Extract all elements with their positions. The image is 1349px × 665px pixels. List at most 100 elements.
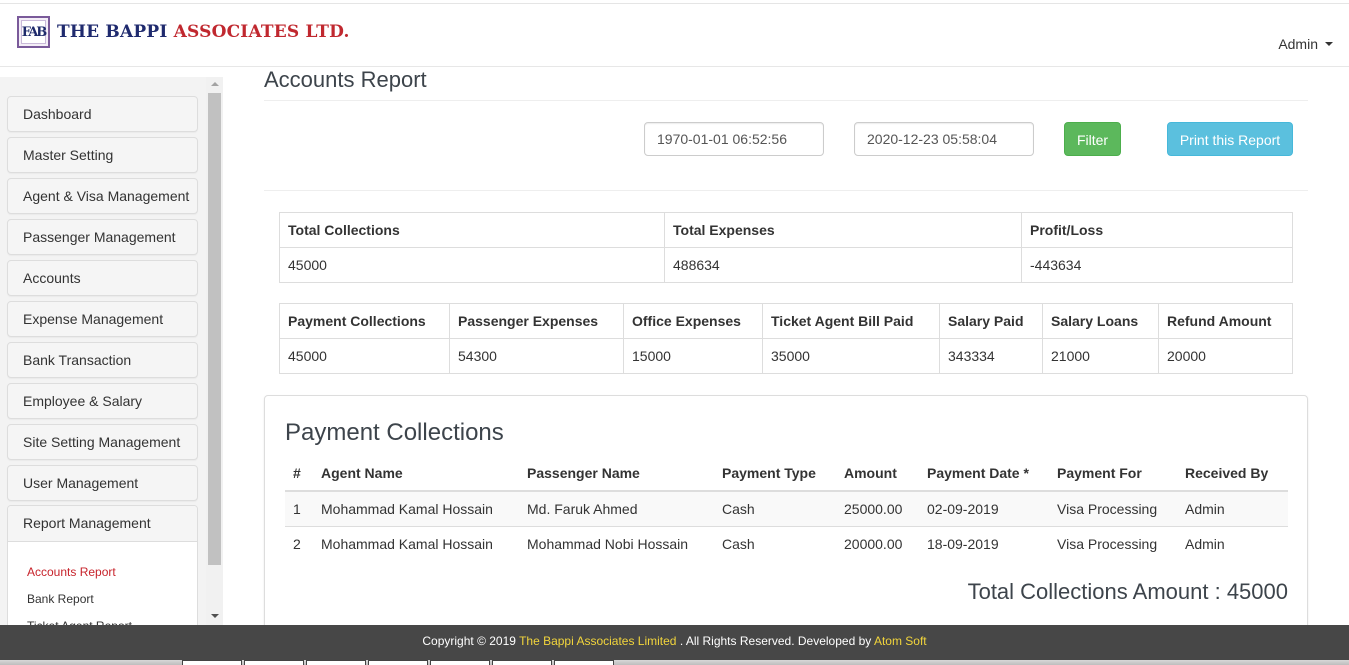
breakdown-table: Payment Collections Passenger Expenses O… <box>279 303 1293 374</box>
payment-collections-table: # Agent Name Passenger Name Payment Type… <box>285 455 1288 561</box>
column-header: Amount <box>836 455 919 492</box>
os-taskbar <box>0 660 1349 665</box>
footer-company-link[interactable]: The Bappi Associates Limited <box>519 634 676 648</box>
cell-index: 1 <box>285 491 313 527</box>
panel-title: Payment Collections <box>285 419 504 446</box>
sidebar-item-employee-salary[interactable]: Employee & Salary <box>7 383 198 419</box>
sidebar-item-dashboard[interactable]: Dashboard <box>7 96 198 132</box>
caret-down-icon <box>1325 42 1333 46</box>
sidebar-item-user-management[interactable]: User Management <box>7 465 198 501</box>
cell-received-by: Admin <box>1185 535 1225 552</box>
cell-payment-for: Visa Processing <box>1057 535 1158 552</box>
sidebar-item-expense[interactable]: Expense Management <box>7 301 198 337</box>
to-date-input[interactable] <box>854 122 1034 156</box>
taskbar-button[interactable] <box>368 660 428 665</box>
table-row: 1 Mohammad Kamal Hossain Md. Faruk Ahmed… <box>285 491 1288 527</box>
sidebar-item-site-setting[interactable]: Site Setting Management <box>7 424 198 460</box>
payment-collections-value: 45000 <box>279 338 450 374</box>
payment-collections-panel: Payment Collections # Agent Name Passeng… <box>264 395 1308 635</box>
cell-received-by: Admin <box>1177 491 1288 527</box>
cell-payment-type: Cash <box>714 491 836 527</box>
scrollbar-thumb[interactable] <box>208 93 221 565</box>
sidebar-scrollbar[interactable] <box>206 77 223 625</box>
cell-agent-name: Mohammad Kamal Hossain <box>321 535 493 552</box>
cell-payment-date: 18-09-2019 <box>927 535 999 552</box>
profit-loss-value: -443634 <box>1021 247 1293 283</box>
refund-amount-value: 20000 <box>1158 338 1293 374</box>
logo-monogram: FAB <box>21 20 47 44</box>
breakdown-header: Refund Amount <box>1158 303 1293 339</box>
footer-copyright: Copyright © 2019 <box>422 634 516 648</box>
taskbar-button[interactable] <box>182 660 242 665</box>
from-date-input[interactable] <box>644 122 824 156</box>
taskbar-button[interactable] <box>306 660 366 665</box>
column-header: Agent Name <box>313 455 519 492</box>
column-header[interactable]: Payment Date * <box>919 455 1049 492</box>
footer-rights: . All Rights Reserved. Developed by <box>679 634 872 648</box>
sidebar-group-report-management: Report Management Accounts Report Bank R… <box>7 505 198 625</box>
column-header: Received By <box>1177 455 1288 492</box>
ticket-agent-bill-value: 35000 <box>762 338 940 374</box>
summary-header: Profit/Loss <box>1021 212 1293 248</box>
table-row: 2 Mohammad Kamal Hossain Mohammad Nobi H… <box>285 526 1288 561</box>
sidebar-item-bank-transaction[interactable]: Bank Transaction <box>7 342 198 378</box>
user-menu-dropdown[interactable]: Admin <box>1278 36 1333 52</box>
column-header: # <box>285 455 313 492</box>
print-report-button[interactable]: Print this Report <box>1167 122 1293 156</box>
cell-passenger-name: Mohammad Nobi Hossain <box>527 535 689 552</box>
cell-amount: 20000.00 <box>844 535 903 552</box>
scroll-up-arrow-icon[interactable] <box>211 82 219 86</box>
user-menu-label: Admin <box>1278 36 1318 52</box>
footer-developer-link[interactable]: Atom Soft <box>874 634 927 648</box>
salary-paid-value: 343334 <box>939 338 1043 374</box>
summary-header: Total Collections <box>279 212 665 248</box>
cell-passenger-name: Md. Faruk Ahmed <box>519 491 714 527</box>
scroll-down-arrow-icon[interactable] <box>211 614 219 618</box>
brand-name-part2: ASSOCIATES LTD. <box>173 22 350 42</box>
breakdown-header: Passenger Expenses <box>449 303 624 339</box>
company-logo-icon: FAB <box>17 16 50 48</box>
summary-table: Total Collections Total Expenses Profit/… <box>279 212 1293 283</box>
office-expenses-value: 15000 <box>623 338 763 374</box>
column-header: Payment Type <box>714 455 836 492</box>
total-expenses-value: 488634 <box>664 247 1022 283</box>
taskbar-button[interactable] <box>244 660 304 665</box>
summary-header: Total Expenses <box>664 212 1022 248</box>
salary-loans-value: 21000 <box>1042 338 1159 374</box>
taskbar-button[interactable] <box>492 660 552 665</box>
cell-payment-for: Visa Processing <box>1049 491 1177 527</box>
total-collections-value: 45000 <box>279 247 665 283</box>
sidebar-item-master-setting[interactable]: Master Setting <box>7 137 198 173</box>
taskbar-button[interactable] <box>554 660 614 665</box>
sidebar-item-report-management[interactable]: Report Management <box>8 506 197 542</box>
sidebar-item-agent-visa[interactable]: Agent & Visa Management <box>7 178 198 214</box>
taskbar-button[interactable] <box>430 660 490 665</box>
page-title: Accounts Report <box>264 67 427 92</box>
brand-name: THE BAPPI ASSOCIATES LTD. <box>57 22 350 42</box>
divider <box>264 100 1308 101</box>
sidebar: Dashboard Master Setting Agent & Visa Ma… <box>0 77 223 625</box>
breakdown-header: Ticket Agent Bill Paid <box>762 303 940 339</box>
brand[interactable]: FAB THE BAPPI ASSOCIATES LTD. <box>17 16 350 48</box>
passenger-expenses-value: 54300 <box>449 338 624 374</box>
brand-name-part1: THE BAPPI <box>57 22 168 42</box>
breakdown-header: Salary Paid <box>939 303 1043 339</box>
submenu-accounts-report[interactable]: Accounts Report <box>27 565 116 579</box>
sidebar-item-passenger[interactable]: Passenger Management <box>7 219 198 255</box>
column-header: Payment For <box>1049 455 1177 492</box>
cell-agent-name: Mohammad Kamal Hossain <box>313 491 519 527</box>
cell-payment-date: 02-09-2019 <box>919 491 1049 527</box>
submenu-bank-report[interactable]: Bank Report <box>27 592 94 606</box>
divider <box>264 190 1308 191</box>
column-header: Passenger Name <box>519 455 714 492</box>
cell-amount: 25000.00 <box>836 491 919 527</box>
footer: Copyright © 2019 The Bappi Associates Li… <box>0 625 1349 660</box>
total-collections-amount: Total Collections Amount : 45000 <box>967 579 1288 604</box>
filter-button[interactable]: Filter <box>1064 122 1121 156</box>
breakdown-header: Office Expenses <box>623 303 763 339</box>
top-navbar: FAB THE BAPPI ASSOCIATES LTD. Admin <box>0 3 1349 67</box>
cell-index: 2 <box>293 535 301 552</box>
breakdown-header: Salary Loans <box>1042 303 1159 339</box>
breakdown-header: Payment Collections <box>279 303 450 339</box>
sidebar-item-accounts[interactable]: Accounts <box>7 260 198 296</box>
